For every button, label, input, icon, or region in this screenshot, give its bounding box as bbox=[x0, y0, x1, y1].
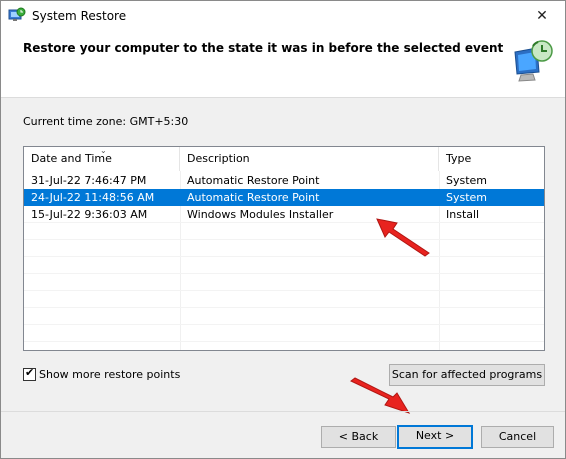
row-gridline bbox=[24, 256, 544, 257]
row-gridline bbox=[24, 239, 544, 240]
row-gridline bbox=[24, 341, 544, 342]
row-type: Install bbox=[446, 208, 480, 221]
restore-monitor-icon bbox=[514, 40, 553, 82]
column-header-description[interactable]: Description bbox=[180, 147, 439, 171]
close-button[interactable]: ✕ bbox=[519, 1, 565, 32]
row-date: 24-Jul-22 11:48:56 AM bbox=[31, 191, 155, 204]
show-more-label: Show more restore points bbox=[39, 368, 181, 381]
row-type: System bbox=[446, 174, 488, 187]
checkbox-box[interactable]: ✔ bbox=[23, 366, 36, 381]
system-restore-icon bbox=[8, 7, 26, 21]
restore-point-list[interactable]: Date and Time ⌄ Description Type 31-Jul-… bbox=[23, 146, 545, 351]
footer-separator bbox=[1, 411, 565, 412]
row-description: Automatic Restore Point bbox=[187, 191, 320, 204]
system-restore-window: System Restore ✕ Restore your computer t… bbox=[0, 0, 566, 459]
annotation-arrow-icon bbox=[350, 377, 411, 414]
next-button[interactable]: Next > bbox=[397, 425, 473, 449]
row-date: 15-Jul-22 9:36:03 AM bbox=[31, 208, 148, 221]
cancel-button[interactable]: Cancel bbox=[481, 426, 554, 448]
timezone-label: Current time zone: GMT+5:30 bbox=[23, 115, 189, 128]
table-row[interactable]: 31-Jul-22 7:46:47 PM Automatic Restore P… bbox=[24, 172, 544, 189]
row-type: System bbox=[446, 191, 488, 204]
title-bar: System Restore ✕ bbox=[1, 1, 565, 32]
table-row[interactable]: 15-Jul-22 9:36:03 AM Windows Modules Ins… bbox=[24, 206, 544, 223]
page-heading: Restore your computer to the state it wa… bbox=[23, 41, 504, 55]
row-gridline bbox=[24, 273, 544, 274]
checkmark-icon: ✔ bbox=[25, 366, 35, 379]
table-row-selected[interactable]: 24-Jul-22 11:48:56 AM Automatic Restore … bbox=[24, 189, 544, 206]
back-button[interactable]: < Back bbox=[321, 426, 396, 448]
row-gridline bbox=[24, 290, 544, 291]
header-panel: Restore your computer to the state it wa… bbox=[1, 32, 565, 98]
window-title: System Restore bbox=[32, 9, 127, 23]
column-header-type[interactable]: Type bbox=[439, 147, 544, 171]
scan-for-affected-programs-button[interactable]: Scan for affected programs bbox=[389, 364, 545, 386]
row-date: 31-Jul-22 7:46:47 PM bbox=[31, 174, 147, 187]
close-icon: ✕ bbox=[536, 8, 548, 24]
annotation-arrow-icon bbox=[376, 218, 430, 257]
row-gridline bbox=[24, 324, 544, 325]
column-header-date[interactable]: Date and Time ⌄ bbox=[24, 147, 180, 171]
sort-arrow-icon: ⌄ bbox=[100, 146, 107, 155]
row-description: Automatic Restore Point bbox=[187, 174, 320, 187]
row-gridline bbox=[24, 307, 544, 308]
